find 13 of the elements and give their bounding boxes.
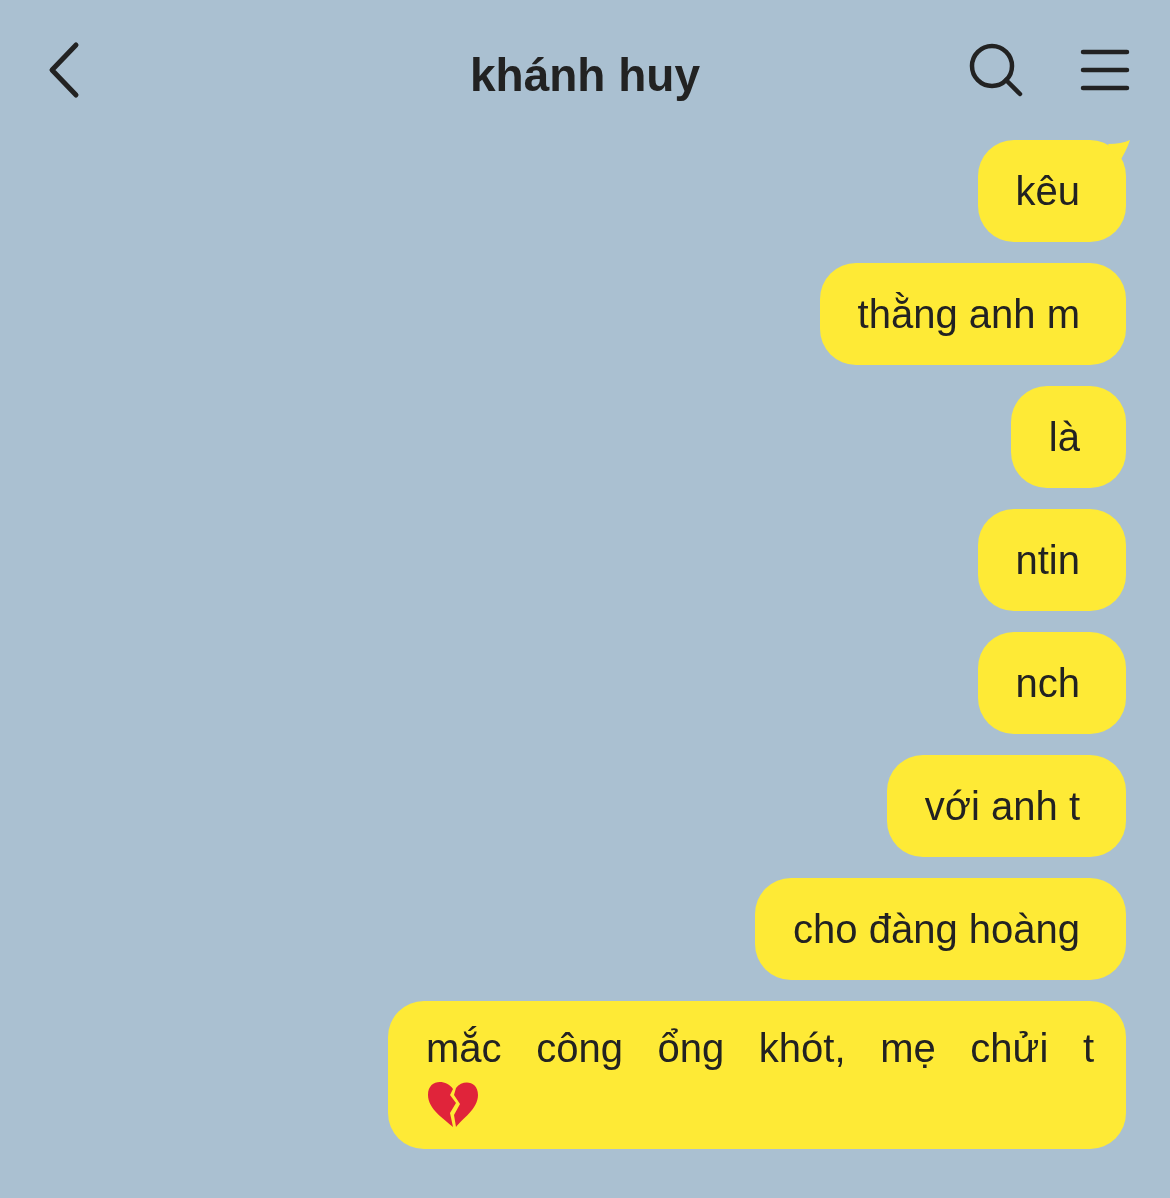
- message-text: cho đàng hoàng: [793, 907, 1080, 951]
- menu-icon: [1080, 48, 1130, 92]
- message-text: với anh t: [924, 784, 1080, 828]
- message-text: kêu: [1015, 169, 1080, 213]
- search-button[interactable]: [968, 42, 1024, 98]
- message-text: thằng anh m: [857, 292, 1080, 336]
- message-text: là: [1048, 415, 1080, 459]
- menu-button[interactable]: [1080, 48, 1130, 92]
- window-title: khánh huy: [470, 49, 700, 101]
- message-text: mắc công ổng khót, mẹ chửi t: [426, 1025, 1094, 1072]
- search-icon: [968, 42, 1024, 98]
- message-text: ntin: [1015, 538, 1080, 582]
- message-text: nch: [1015, 661, 1080, 705]
